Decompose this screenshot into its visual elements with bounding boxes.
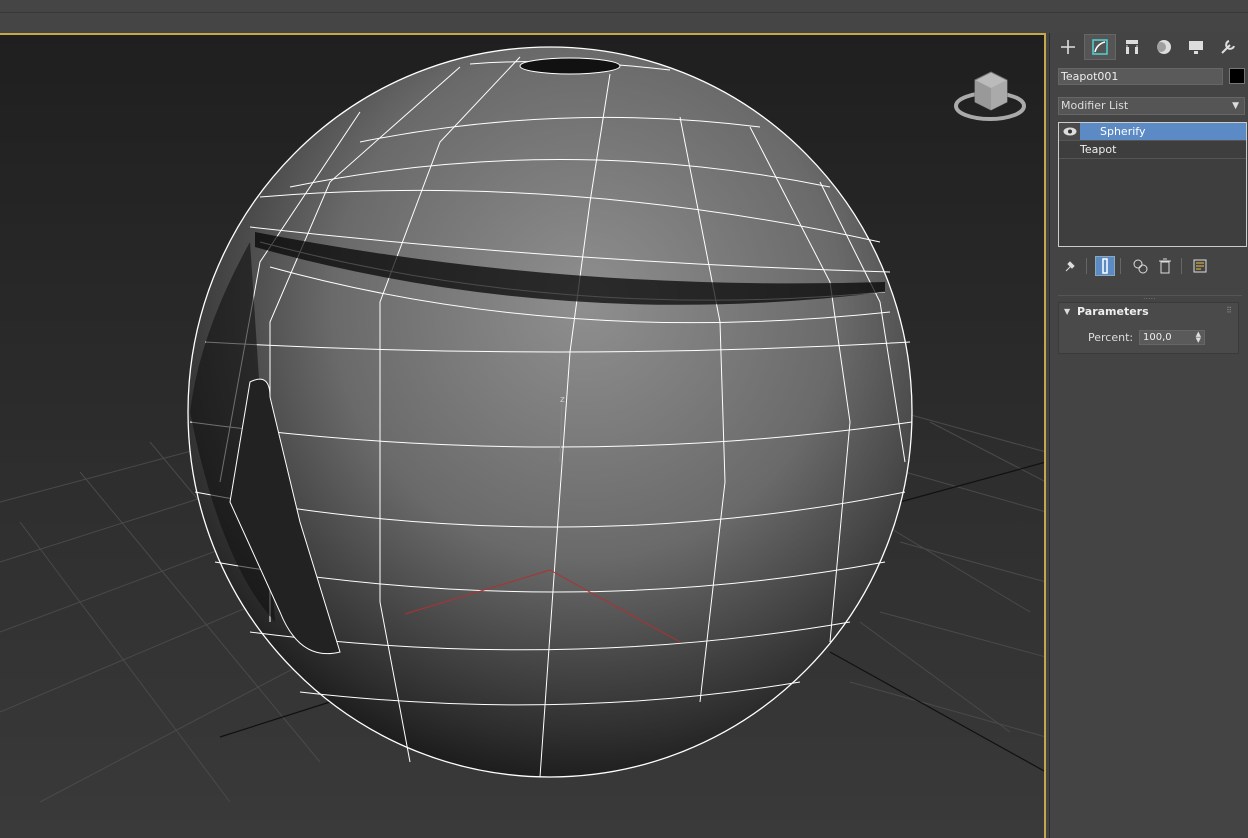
rollout-title[interactable]: Parameters (1077, 305, 1149, 318)
modify-icon[interactable] (1084, 34, 1116, 60)
grip-handle[interactable]: ..... (1143, 292, 1156, 301)
stack-item-spherify[interactable]: Spherify (1059, 123, 1246, 141)
modifier-stack[interactable]: Spherify Teapot (1058, 122, 1247, 247)
hierarchy-icon[interactable] (1116, 34, 1148, 60)
viewcube[interactable] (953, 68, 1029, 126)
display-icon[interactable] (1180, 34, 1212, 60)
remove-modifier-icon[interactable] (1155, 256, 1175, 276)
percent-spinner[interactable]: 100,0 ▲ ▼ (1139, 330, 1205, 345)
spherified-teapot-mesh (187, 46, 913, 778)
stack-item-teapot[interactable]: Teapot (1059, 141, 1246, 159)
configure-sets-icon[interactable] (1190, 256, 1210, 276)
toggle-visibility[interactable] (1059, 123, 1080, 140)
viewport-scene: z (0, 46, 1044, 803)
create-plus-icon[interactable] (1052, 34, 1084, 60)
object-color-swatch[interactable] (1229, 68, 1245, 84)
collapse-triangle-icon[interactable]: ▼ (1064, 307, 1070, 316)
utilities-wrench-icon[interactable] (1212, 34, 1244, 60)
toolbar-separator (1120, 258, 1121, 274)
show-end-result-icon[interactable] (1095, 256, 1115, 276)
toolbar-separator (1181, 258, 1182, 274)
rollout-grip-icon: ⠿ (1226, 306, 1232, 315)
toolbar-separator (1086, 258, 1087, 274)
modifier-list-label: Modifier List (1061, 99, 1129, 112)
stack-toolbar (1058, 255, 1247, 277)
pin-stack-icon[interactable] (1060, 256, 1080, 276)
spinner-arrows-icon[interactable]: ▲ ▼ (1196, 331, 1201, 344)
stack-item-label: Teapot (1080, 143, 1117, 156)
motion-icon[interactable] (1148, 34, 1180, 60)
perspective-viewport[interactable]: z (0, 33, 1046, 838)
stack-item-label: Spherify (1100, 125, 1146, 138)
make-unique-icon[interactable] (1130, 256, 1150, 276)
axis-z-label: z (560, 395, 565, 405)
object-name-field[interactable]: Teapot001 (1058, 68, 1223, 85)
toolbar-divider (0, 12, 1248, 13)
parameters-rollout: ▼ Parameters ⠿ Percent: 100,0 ▲ ▼ (1058, 302, 1239, 354)
command-panel-tabs (1052, 34, 1248, 60)
main-toolbar-area (0, 0, 1248, 33)
chevron-down-icon: ▼ (1232, 101, 1239, 111)
percent-label: Percent: (1088, 331, 1134, 344)
percent-value: 100,0 (1143, 332, 1172, 343)
eye-icon (1063, 127, 1077, 136)
modifier-list-dropdown[interactable]: Modifier List ▼ (1058, 97, 1245, 115)
